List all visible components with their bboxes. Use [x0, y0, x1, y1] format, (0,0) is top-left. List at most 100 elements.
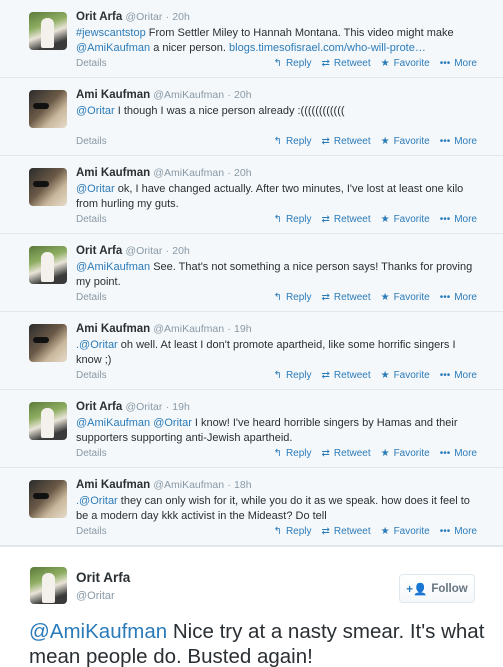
more-button[interactable]: ••• More: [440, 370, 477, 381]
details-link[interactable]: Details: [76, 526, 107, 537]
author-handle[interactable]: @Oritar: [125, 11, 162, 23]
author-handle[interactable]: @AmiKaufman: [153, 167, 224, 179]
tweet-item[interactable]: Ami Kaufman @AmiKaufman · 20h @Oritar I …: [0, 78, 503, 156]
retweet-button[interactable]: ⇄ Retweet: [322, 214, 371, 225]
author-handle[interactable]: @AmiKaufman: [153, 89, 224, 101]
avatar[interactable]: [29, 324, 67, 362]
details-link[interactable]: Details: [76, 370, 107, 381]
author-handle[interactable]: @Oritar: [125, 245, 162, 257]
timestamp[interactable]: 20h: [172, 11, 190, 23]
more-button[interactable]: ••• More: [440, 58, 477, 69]
tweet-header: Orit Arfa @Oritar · 19h: [76, 400, 493, 414]
reply-label: Reply: [285, 58, 312, 69]
favorite-button[interactable]: ★ Favorite: [381, 526, 430, 537]
favorite-button[interactable]: ★ Favorite: [381, 214, 430, 225]
retweet-button[interactable]: ⇄ Retweet: [322, 58, 371, 69]
retweet-button[interactable]: ⇄ Retweet: [322, 136, 371, 147]
timestamp[interactable]: 20h: [234, 89, 252, 101]
timestamp[interactable]: 19h: [172, 401, 190, 413]
tweet-item[interactable]: Orit Arfa @Oritar · 20h #jewscantstop Fr…: [0, 0, 503, 78]
more-button[interactable]: ••• More: [440, 448, 477, 459]
avatar[interactable]: [29, 12, 67, 50]
author-name[interactable]: Ami Kaufman: [76, 323, 150, 335]
more-label: More: [454, 370, 477, 381]
author-name[interactable]: Orit Arfa: [76, 570, 130, 585]
reply-button[interactable]: ↰ Reply: [274, 292, 312, 303]
follow-button[interactable]: +👤 Follow: [399, 574, 475, 603]
avatar[interactable]: [29, 480, 67, 518]
avatar[interactable]: [29, 402, 67, 440]
mention-link[interactable]: @Oritar: [76, 183, 115, 195]
more-button[interactable]: ••• More: [440, 292, 477, 303]
details-link[interactable]: Details: [76, 58, 107, 69]
timestamp[interactable]: 20h: [172, 245, 190, 257]
avatar[interactable]: [29, 90, 67, 128]
reply-button[interactable]: ↰ Reply: [274, 370, 312, 381]
avatar[interactable]: [29, 246, 67, 284]
author-handle[interactable]: @Oritar: [125, 401, 162, 413]
author-name[interactable]: Orit Arfa: [76, 245, 122, 257]
author-handle[interactable]: @AmiKaufman: [153, 323, 224, 335]
reply-button[interactable]: ↰ Reply: [274, 448, 312, 459]
reply-button[interactable]: ↰ Reply: [274, 526, 312, 537]
avatar[interactable]: [29, 168, 67, 206]
tweet-text: @AmiKaufman @Oritar I know! I've heard h…: [76, 416, 476, 446]
mention-link[interactable]: @Oritar: [76, 105, 115, 117]
author-handle[interactable]: @Oritar: [76, 590, 115, 602]
details-link[interactable]: Details: [76, 292, 107, 303]
tweet-item[interactable]: Ami Kaufman @AmiKaufman · 18h .@Oritar t…: [0, 468, 503, 546]
reply-icon: ↰: [273, 448, 282, 459]
timestamp[interactable]: 18h: [234, 479, 252, 491]
tweet-text: .@Oritar they can only wish for it, whil…: [76, 494, 476, 524]
author-name[interactable]: Ami Kaufman: [76, 89, 150, 101]
mention-link[interactable]: @AmiKaufman: [76, 42, 150, 54]
mention-link[interactable]: .@Oritar: [76, 495, 118, 507]
timestamp-sep: ·: [165, 401, 170, 413]
details-link[interactable]: Details: [76, 136, 107, 147]
details-link[interactable]: Details: [76, 214, 107, 225]
tweet-actions: ↰ Reply ⇄ Retweet ★ Favorite ••• More: [274, 526, 477, 537]
timestamp[interactable]: 20h: [234, 167, 252, 179]
mention-link[interactable]: @AmiKaufman: [76, 261, 150, 273]
more-button[interactable]: ••• More: [440, 136, 477, 147]
author-name[interactable]: Orit Arfa: [76, 401, 122, 413]
tweet-text-part: they can only wish for it, while you do …: [76, 495, 470, 522]
more-button[interactable]: ••• More: [440, 214, 477, 225]
timestamp[interactable]: 19h: [234, 323, 252, 335]
tweet-item[interactable]: Orit Arfa @Oritar · 19h @AmiKaufman @Ori…: [0, 390, 503, 468]
reply-button[interactable]: ↰ Reply: [274, 214, 312, 225]
mention-link[interactable]: @AmiKaufman @Oritar: [76, 417, 192, 429]
favorite-button[interactable]: ★ Favorite: [381, 58, 430, 69]
author-handle[interactable]: @AmiKaufman: [153, 479, 224, 491]
mention-link[interactable]: @AmiKaufman: [29, 620, 167, 643]
tweet-item[interactable]: Ami Kaufman @AmiKaufman · 19h .@Oritar o…: [0, 312, 503, 390]
url-link[interactable]: blogs.timesofisrael.com/who-will-prote…: [229, 42, 426, 54]
favorite-button[interactable]: ★ Favorite: [381, 370, 430, 381]
author-name[interactable]: Ami Kaufman: [76, 479, 150, 491]
favorite-button[interactable]: ★ Favorite: [381, 136, 430, 147]
reply-button[interactable]: ↰ Reply: [274, 136, 312, 147]
retweet-button[interactable]: ⇄ Retweet: [322, 370, 371, 381]
retweet-button[interactable]: ⇄ Retweet: [322, 526, 371, 537]
retweet-button[interactable]: ⇄ Retweet: [322, 292, 371, 303]
author-name[interactable]: Ami Kaufman: [76, 167, 150, 179]
author-name[interactable]: Orit Arfa: [76, 11, 122, 23]
reply-label: Reply: [285, 292, 312, 303]
reply-label: Reply: [285, 136, 312, 147]
ellipsis-icon: •••: [439, 136, 451, 147]
favorite-button[interactable]: ★ Favorite: [381, 448, 430, 459]
retweet-button[interactable]: ⇄ Retweet: [322, 448, 371, 459]
mention-link[interactable]: .@Oritar: [76, 339, 118, 351]
favorite-label: Favorite: [393, 526, 430, 537]
favorite-button[interactable]: ★ Favorite: [381, 292, 430, 303]
details-link[interactable]: Details: [76, 448, 107, 459]
reply-icon: ↰: [273, 58, 282, 69]
tweet-header: Ami Kaufman @AmiKaufman · 20h: [76, 88, 493, 102]
timestamp-sep: ·: [227, 323, 231, 335]
reply-button[interactable]: ↰ Reply: [274, 58, 312, 69]
tweet-item[interactable]: Ami Kaufman @AmiKaufman · 20h @Oritar ok…: [0, 156, 503, 234]
hashtag-link[interactable]: #jewscantstop: [76, 27, 146, 39]
more-button[interactable]: ••• More: [440, 526, 477, 537]
tweet-item[interactable]: Orit Arfa @Oritar · 20h @AmiKaufman See.…: [0, 234, 503, 312]
avatar[interactable]: [30, 567, 67, 604]
